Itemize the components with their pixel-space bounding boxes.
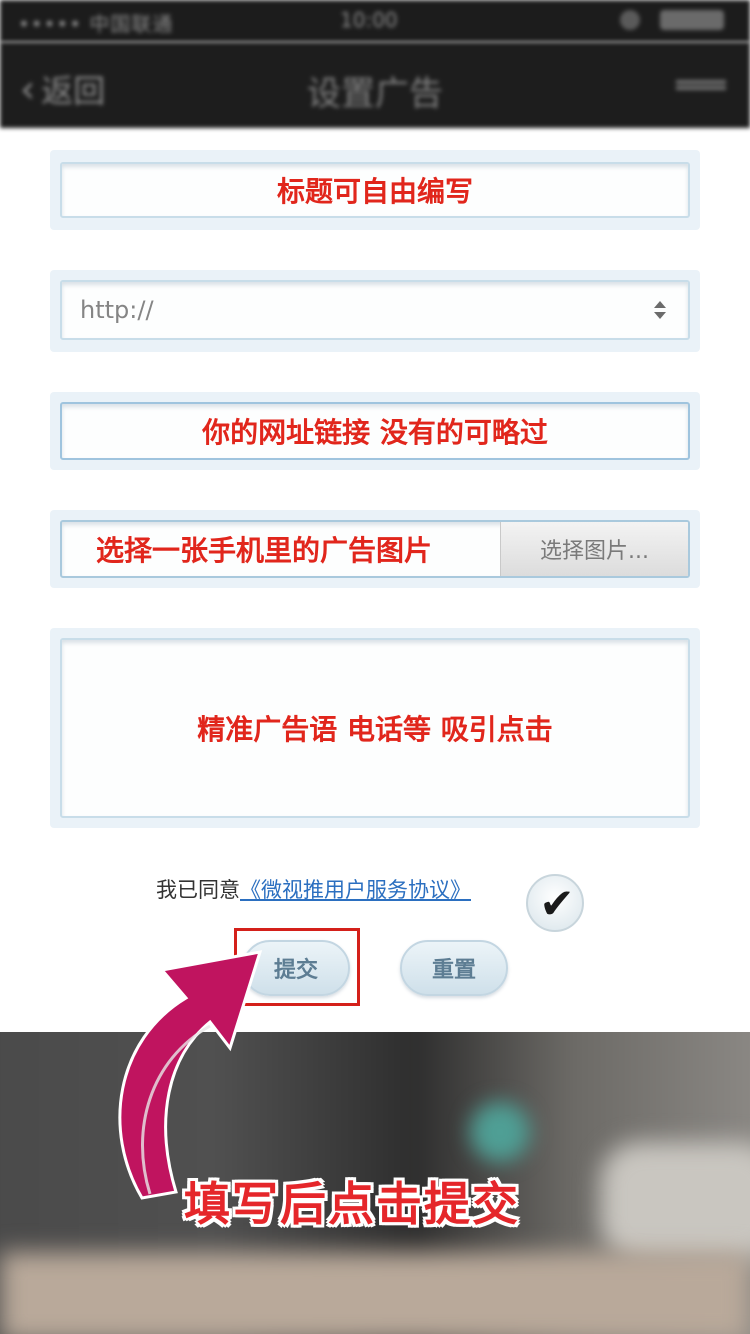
navigation-bar: ‹ 返回 设置广告 — [0, 42, 750, 128]
page-title: 设置广告 — [307, 74, 443, 114]
agreement-link[interactable]: 《微视推用户服务协议》 — [240, 878, 471, 902]
checkmark-icon: ✔ — [539, 879, 575, 928]
url-protocol-select[interactable]: http:// — [60, 280, 690, 340]
carrier-label: ••••• 中国联通 — [18, 12, 174, 36]
link-field-wrapper: 你的网址链接 没有的可略过 — [50, 392, 700, 470]
image-field-wrapper: 选择一张手机里的广告图片 选择图片... — [50, 510, 700, 588]
instruction-caption: 填写后点击提交 — [184, 1177, 520, 1231]
ad-text-annotation: 精准广告语 电话等 吸引点击 — [197, 713, 553, 746]
url-select-value: http:// — [80, 296, 154, 324]
title-input[interactable]: 标题可自由编写 — [60, 162, 690, 218]
url-select-wrapper: http:// — [50, 270, 700, 352]
reset-button[interactable]: 重置 — [400, 940, 508, 996]
ad-text-textarea[interactable]: 精准广告语 电话等 吸引点击 — [60, 638, 690, 818]
clock: 10:00 — [340, 8, 398, 32]
status-bar: ••••• 中国联通 10:00 — [0, 0, 750, 42]
agreement-checkbox[interactable]: ✔ — [526, 874, 584, 932]
title-annotation: 标题可自由编写 — [276, 175, 473, 208]
menu-icon[interactable] — [676, 80, 726, 90]
battery-icon — [660, 10, 724, 30]
alarm-icon — [620, 10, 640, 30]
link-annotation: 你的网址链接 没有的可略过 — [202, 416, 548, 449]
agreement-line: 我已同意《微视推用户服务协议》 — [156, 874, 471, 904]
agreement-prefix: 我已同意 — [156, 878, 240, 902]
title-field-wrapper: 标题可自由编写 — [50, 150, 700, 230]
image-annotation: 选择一张手机里的广告图片 — [96, 534, 433, 567]
image-file-field: 选择一张手机里的广告图片 选择图片... — [60, 520, 690, 578]
choose-image-button[interactable]: 选择图片... — [500, 522, 688, 576]
select-arrows-icon — [652, 299, 668, 323]
ad-text-wrapper: 精准广告语 电话等 吸引点击 — [50, 628, 700, 828]
link-input[interactable]: 你的网址链接 没有的可略过 — [60, 402, 690, 460]
